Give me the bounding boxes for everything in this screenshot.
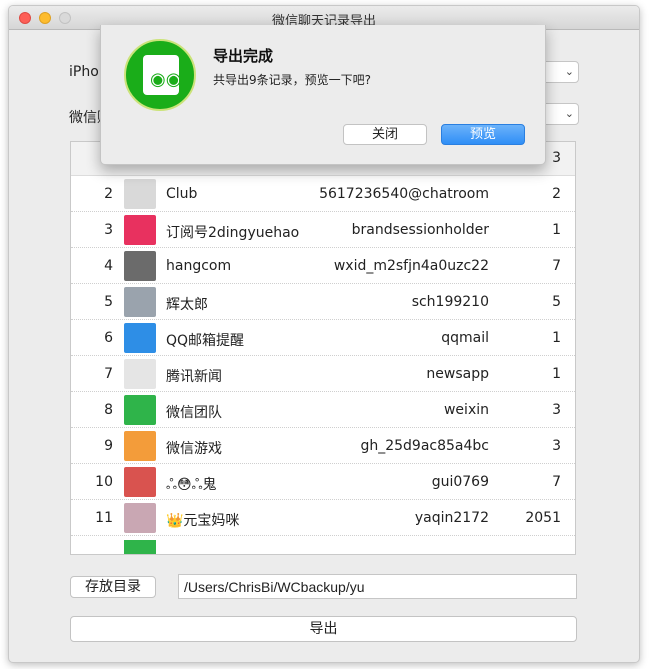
export-button[interactable]: 导出 <box>70 616 577 642</box>
wechat-id: gh_25d9ac85a4bc <box>360 438 489 454</box>
storage-path-input[interactable] <box>178 574 577 599</box>
wechat-icon <box>124 395 156 425</box>
wechat-id: qqmail <box>441 330 489 346</box>
table-row[interactable]: 10 ஃ😳ஃ鬼 gui0769 7 <box>71 464 575 500</box>
wechat-id: 5617236540@chatroom <box>319 186 489 202</box>
row-index: 9 <box>104 438 113 454</box>
contact-name: 腾讯新闻 <box>166 369 222 385</box>
row-index: 4 <box>104 258 113 274</box>
chat-bubble-icon: ◉◉ <box>150 69 182 90</box>
wechat-id: wxid_m2sfjn4a0uzc22 <box>333 258 489 274</box>
table-row[interactable]: 3 订阅号2dingyuehao brandsessionholder 1 <box>71 212 575 248</box>
contact-name: 👑元宝妈咪 <box>166 513 240 529</box>
contact-name: Club <box>166 186 198 202</box>
record-count: 7 <box>552 258 561 274</box>
contact-name: hangcom <box>166 258 232 274</box>
wechat-id: weixin <box>443 402 489 418</box>
table-row[interactable]: 5 辉太郎 sch199210 5 <box>71 284 575 320</box>
contact-name: ஃ😳ஃ鬼 <box>166 477 217 493</box>
record-count: 1 <box>552 330 561 346</box>
wechat-id: brandsessionholder <box>351 222 489 238</box>
row-index: 11 <box>95 510 113 526</box>
close-button[interactable]: 关闭 <box>343 124 427 145</box>
chevron-down-icon: ⌄ <box>564 107 574 120</box>
table-row[interactable]: 7 腾讯新闻 newsapp 1 <box>71 356 575 392</box>
table-row[interactable]: 8 微信团队 weixin 3 <box>71 392 575 428</box>
chevron-down-icon: ⌄ <box>564 65 574 78</box>
partial-avatar <box>124 540 156 554</box>
subscription-icon <box>124 215 156 245</box>
mail-icon <box>124 323 156 353</box>
row-index: 2 <box>104 186 113 202</box>
record-count: 3 <box>552 438 561 454</box>
wechat-id: sch199210 <box>411 294 489 310</box>
news-icon <box>124 359 156 389</box>
table-rows: 2 Club 5617236540@chatroom 2 3 订阅号2dingyuehao… <box>71 176 575 536</box>
row-index: 10 <box>95 474 113 490</box>
dialog-title: 导出完成 <box>213 47 274 65</box>
game-icon <box>124 431 156 461</box>
dialog-message: 共导出9条记录，预览一下吧? <box>213 73 372 87</box>
wechat-id: newsapp <box>426 366 489 382</box>
photo-avatar <box>124 287 156 317</box>
chat-table[interactable]: 3 2 Club 5617236540@chatroom 2 3 订阅号2dingyueh… <box>70 141 576 555</box>
contact-name: 微信团队 <box>166 405 222 421</box>
record-count: 5 <box>552 294 561 310</box>
storage-dir-button[interactable]: 存放目录 <box>70 576 156 598</box>
photo-avatar <box>124 503 156 533</box>
record-count: 1 <box>552 222 561 238</box>
table-row[interactable]: 9 微信游戏 gh_25d9ac85a4bc 3 <box>71 428 575 464</box>
partial-count: 3 <box>552 150 561 166</box>
wechat-backup-icon: ◉◉ <box>124 39 196 111</box>
photo-avatar <box>124 179 156 209</box>
contact-name: 订阅号2dingyuehao <box>166 225 300 241</box>
preview-button[interactable]: 预览 <box>441 124 525 145</box>
record-count: 2 <box>552 186 561 202</box>
record-count: 3 <box>552 402 561 418</box>
row-index: 3 <box>104 222 113 238</box>
row-index: 5 <box>104 294 113 310</box>
row-index: 7 <box>104 366 113 382</box>
export-complete-dialog: ◉◉ 导出完成 共导出9条记录，预览一下吧? 关闭 预览 <box>100 25 546 165</box>
record-count: 2051 <box>525 510 561 526</box>
row-index: 6 <box>104 330 113 346</box>
contact-name: 辉太郎 <box>166 297 208 313</box>
wechat-id: gui0769 <box>431 474 489 490</box>
record-count: 1 <box>552 366 561 382</box>
contact-name: 微信游戏 <box>166 441 222 457</box>
table-row[interactable]: 11 👑元宝妈咪 yaqin2172 2051 <box>71 500 575 536</box>
wechat-id: yaqin2172 <box>414 510 489 526</box>
contact-name: QQ邮箱提醒 <box>166 333 245 349</box>
record-count: 7 <box>552 474 561 490</box>
row-index: 8 <box>104 402 113 418</box>
photo-avatar <box>124 251 156 281</box>
table-row[interactable]: 6 QQ邮箱提醒 qqmail 1 <box>71 320 575 356</box>
table-row[interactable]: 4 hangcom wxid_m2sfjn4a0uzc22 7 <box>71 248 575 284</box>
photo-avatar <box>124 467 156 497</box>
table-row[interactable]: 2 Club 5617236540@chatroom 2 <box>71 176 575 212</box>
